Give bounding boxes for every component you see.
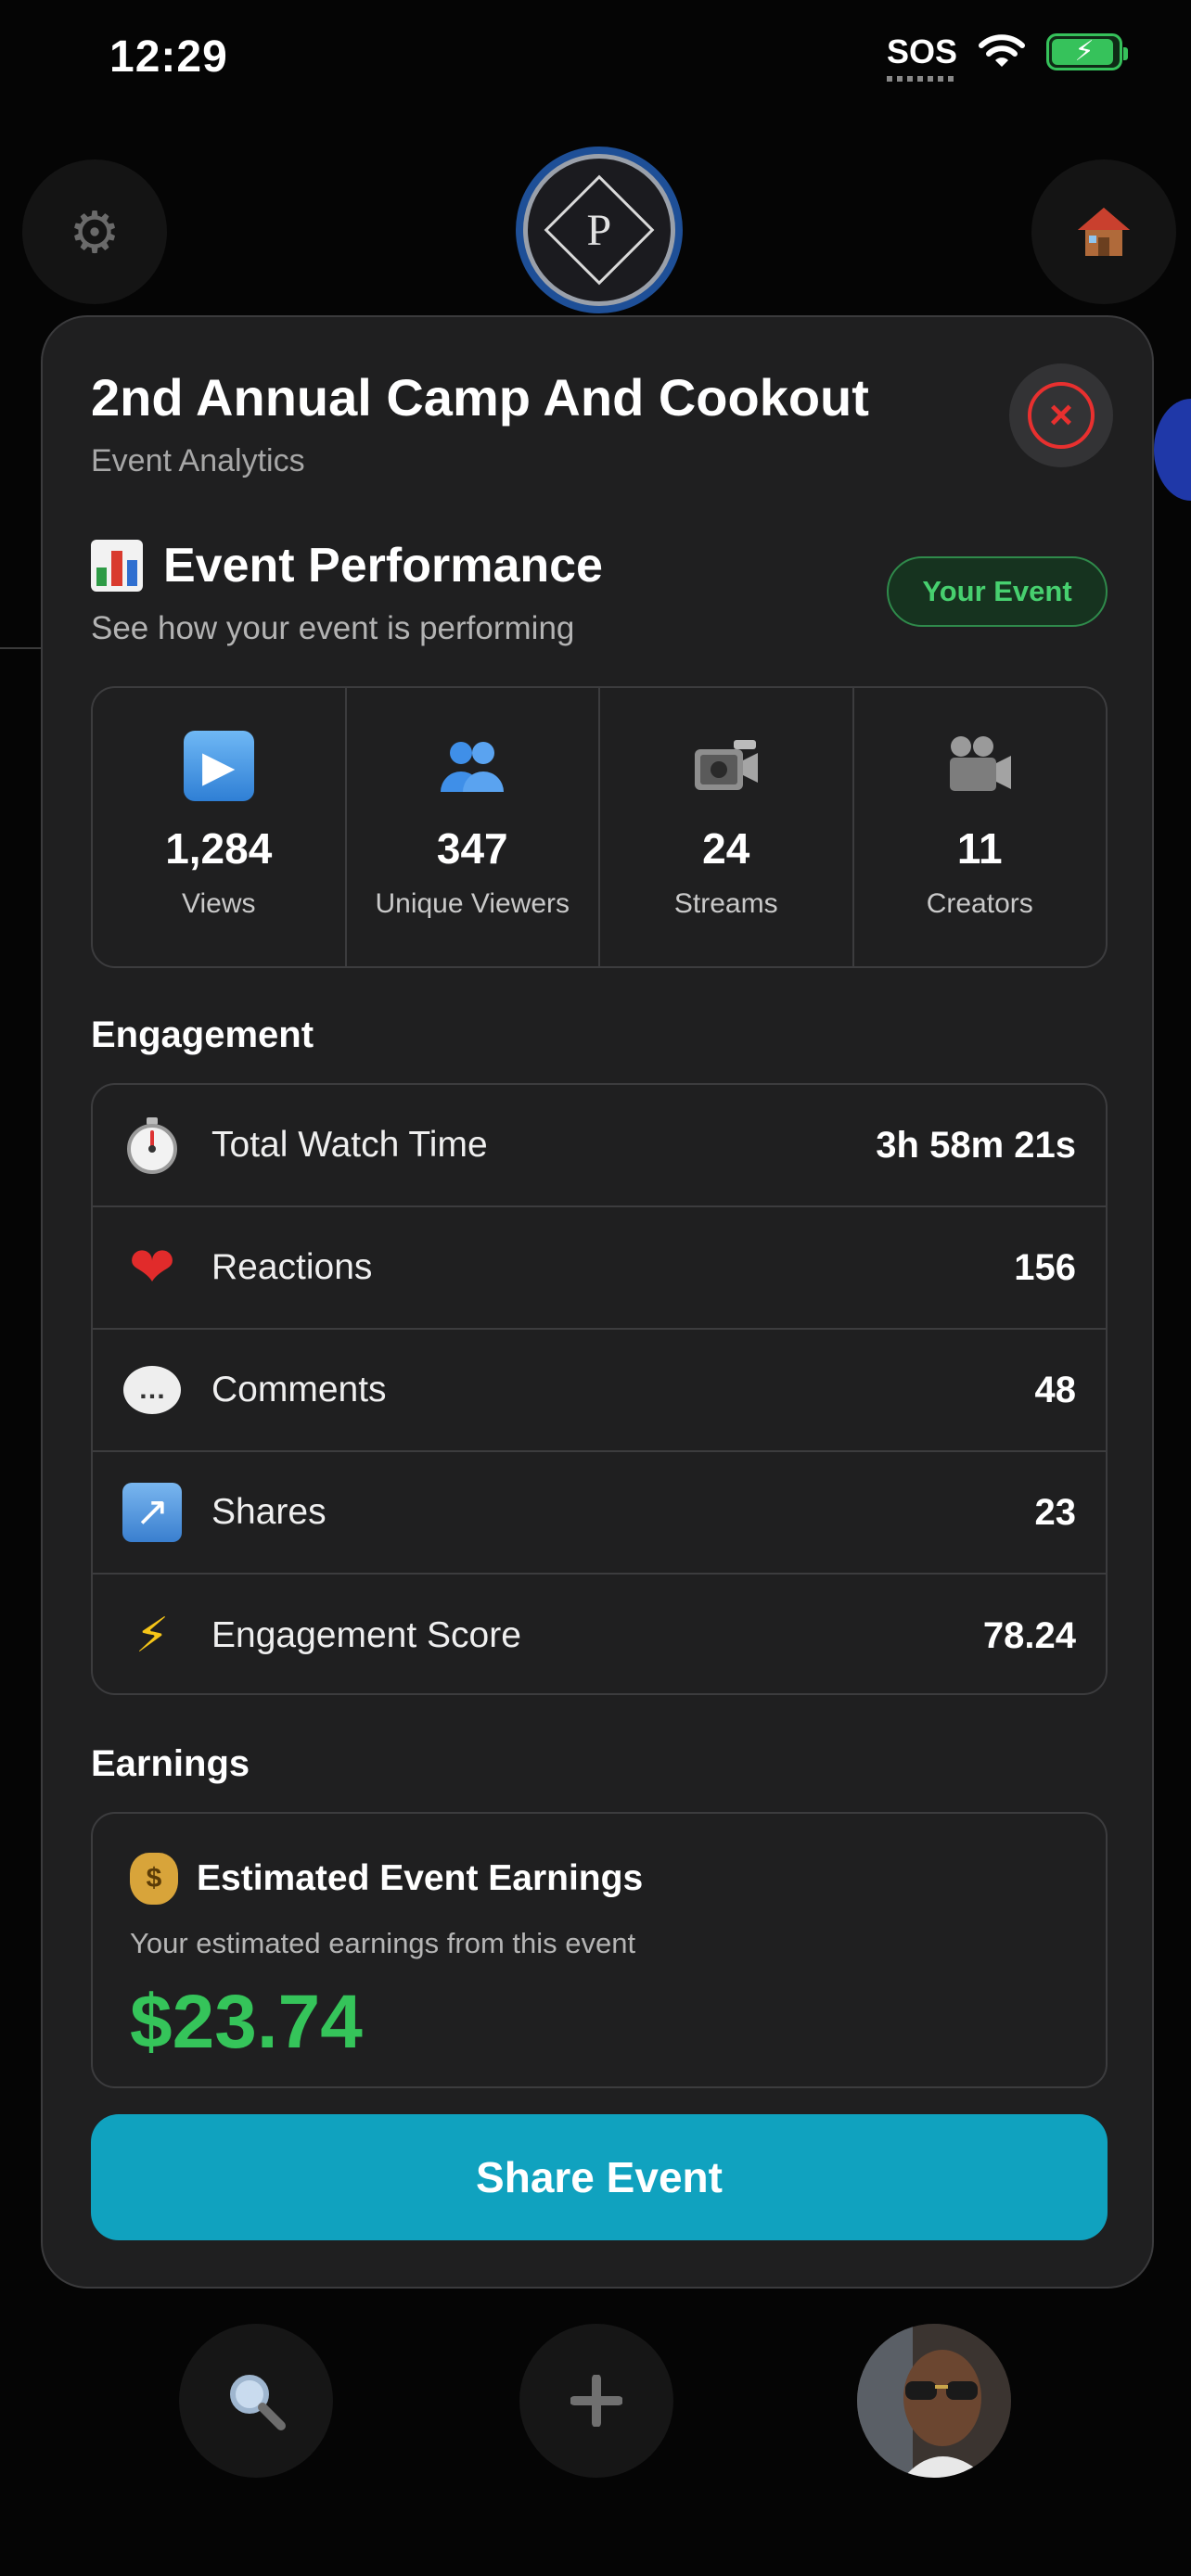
event-analytics-screen: 12:29 SOS ⚡ ⚙ P 2nd Annual Camp And Cook… (0, 0, 1191, 2576)
stat-creators: 11 Creators (854, 688, 1107, 966)
stat-unique-viewers: 347 Unique Viewers (347, 688, 600, 966)
close-circle-icon: × (1028, 382, 1095, 449)
event-title: 2nd Annual Camp And Cookout (91, 368, 869, 427)
profile-avatar[interactable] (857, 2324, 1011, 2478)
analytics-modal: 2nd Annual Camp And Cookout Event Analyt… (41, 315, 1154, 2289)
create-button[interactable] (519, 2324, 673, 2478)
earnings-card: $ Estimated Event Earnings Your estimate… (91, 1812, 1108, 2088)
engagement-value: 48 (1034, 1369, 1077, 1410)
engagement-row-reactions: ❤ Reactions 156 (93, 1207, 1106, 1330)
engagement-row-watch-time: Total Watch Time 3h 58m 21s (93, 1085, 1106, 1207)
stat-value: 1,284 (165, 824, 273, 873)
background-avatar-edge (1154, 399, 1191, 501)
stat-value: 11 (956, 824, 1003, 873)
engagement-label: Comments (211, 1370, 387, 1409)
money-bag-icon: $ (130, 1853, 178, 1905)
earnings-amount: $23.74 (130, 1980, 363, 2064)
your-event-badge: Your Event (887, 556, 1108, 627)
video-camera-icon (691, 731, 762, 801)
background-divider (0, 647, 46, 649)
earnings-heading: Earnings (91, 1743, 250, 1784)
engagement-label: Engagement Score (211, 1615, 521, 1655)
sos-indicator: SOS (886, 35, 957, 82)
stat-value: 347 (436, 824, 508, 873)
share-arrow-icon: ↗ (122, 1483, 182, 1542)
engagement-label: Shares (211, 1492, 327, 1532)
bar-chart-icon (91, 540, 143, 592)
engagement-value: 23 (1034, 1491, 1077, 1533)
engagement-row-comments: … Comments 48 (93, 1330, 1106, 1452)
stat-views: ▶ 1,284 Views (93, 688, 347, 966)
close-button[interactable]: × (1009, 363, 1113, 467)
app-logo[interactable]: P (516, 147, 683, 313)
earnings-card-subtitle: Your estimated earnings from this event (130, 1927, 636, 1959)
modal-subtitle: Event Analytics (91, 443, 305, 478)
play-icon: ▶ (183, 731, 254, 801)
search-button[interactable] (179, 2324, 333, 2478)
performance-subtitle: See how your event is performing (91, 610, 575, 646)
engagement-list: Total Watch Time 3h 58m 21s ❤ Reactions … (91, 1083, 1108, 1695)
engagement-row-score: ⚡ Engagement Score 78.24 (93, 1575, 1106, 1693)
engagement-value: 78.24 (982, 1614, 1076, 1656)
users-icon (437, 731, 507, 801)
stat-label: Creators (926, 888, 1033, 919)
engagement-heading: Engagement (91, 1014, 314, 1055)
earnings-card-title: Estimated Event Earnings (197, 1858, 644, 1898)
stat-value: 24 (702, 824, 750, 873)
engagement-value: 3h 58m 21s (876, 1124, 1076, 1166)
house-icon (1078, 208, 1130, 256)
wifi-icon (979, 34, 1025, 67)
settings-button[interactable]: ⚙ (22, 159, 167, 304)
stopwatch-icon (122, 1116, 182, 1175)
performance-header: Event Performance (91, 538, 603, 593)
speech-bubble-icon: … (122, 1360, 182, 1420)
stat-streams: 24 Streams (600, 688, 854, 966)
engagement-label: Total Watch Time (211, 1125, 488, 1165)
earnings-card-header: $ Estimated Event Earnings (130, 1853, 643, 1905)
movie-camera-icon (944, 731, 1015, 801)
stat-label: Streams (673, 888, 778, 919)
home-button[interactable] (1031, 159, 1176, 304)
engagement-row-shares: ↗ Shares 23 (93, 1452, 1106, 1575)
stats-grid: ▶ 1,284 Views 347 Unique Viewers 24 Stre… (91, 686, 1108, 968)
share-event-button[interactable]: Share Event (91, 2114, 1108, 2240)
status-icons: SOS ⚡ (886, 33, 1128, 82)
search-icon (230, 2375, 286, 2430)
stat-label: Unique Viewers (375, 888, 570, 919)
status-time: 12:29 (109, 32, 228, 82)
lightning-icon: ⚡ (134, 1609, 170, 1663)
performance-title: Event Performance (163, 539, 603, 593)
gear-icon: ⚙ (69, 200, 121, 265)
battery-charging-icon: ⚡ (1046, 33, 1128, 70)
stat-label: Views (182, 888, 256, 919)
engagement-label: Reactions (211, 1247, 373, 1287)
engagement-value: 156 (1014, 1246, 1076, 1288)
heart-icon: ❤ (128, 1236, 176, 1298)
logo-letter: P (586, 205, 612, 255)
plus-icon (570, 2375, 622, 2427)
